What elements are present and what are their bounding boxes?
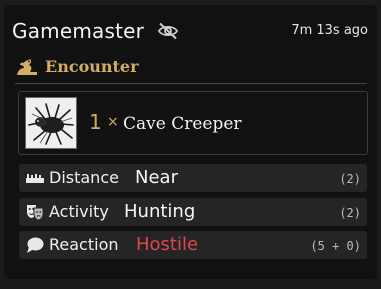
- row-value: Hostile: [136, 234, 199, 255]
- encounter-section-header: Encounter: [15, 55, 367, 84]
- message-timestamp: 7m 13s ago: [291, 23, 368, 38]
- ruler-icon: [25, 169, 45, 187]
- creature-quantity: 1: [89, 110, 102, 134]
- roll-result: (2): [339, 206, 361, 220]
- row-value: Hunting: [124, 201, 196, 222]
- row-label: Reaction: [49, 235, 119, 254]
- section-title: Encounter: [45, 57, 139, 76]
- roll-result: (2): [339, 172, 361, 186]
- row-label: Distance: [49, 168, 119, 187]
- speaker-name: Gamemaster: [12, 19, 145, 43]
- speech-bubble-icon: [25, 236, 45, 254]
- creature-portrait[interactable]: [25, 97, 77, 149]
- row-value: Near: [135, 167, 178, 188]
- reaction-row: Reaction Hostile (5 + 0): [19, 231, 367, 259]
- dragon-icon: [15, 57, 39, 77]
- roll-result: (5 + 0): [310, 239, 361, 253]
- row-label: Activity: [49, 202, 109, 221]
- message-header: Gamemaster 7m 13s ago: [12, 16, 368, 46]
- theater-masks-icon: [25, 203, 45, 221]
- creature-name[interactable]: Cave Creeper: [123, 112, 242, 136]
- eye-slash-icon[interactable]: [157, 22, 179, 40]
- multiply-sign: ×: [107, 114, 119, 130]
- encounter-summary: 1 × Cave Creeper: [18, 91, 368, 155]
- activity-row: Activity Hunting (2): [19, 198, 367, 226]
- distance-row: Distance Near (2): [19, 164, 367, 192]
